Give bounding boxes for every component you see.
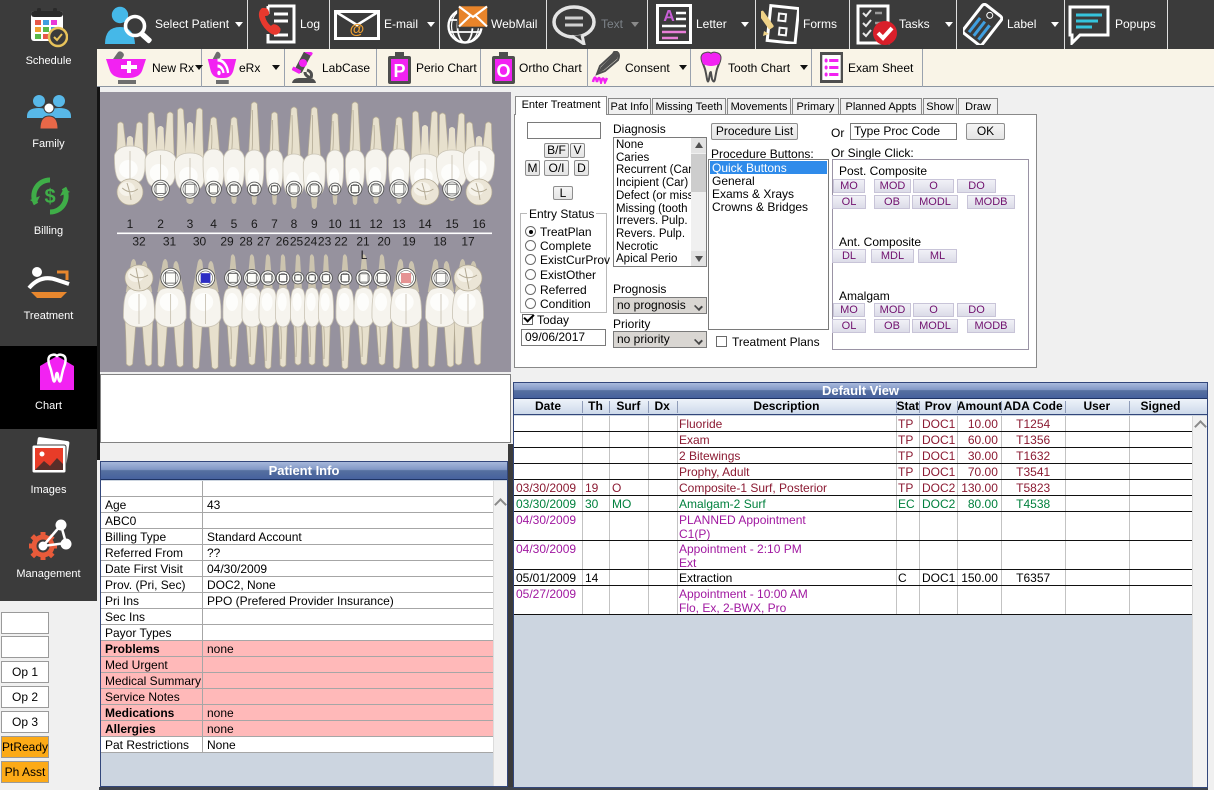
svg-text:18: 18 [433,235,447,249]
svg-text:15: 15 [445,217,459,231]
svg-text:11: 11 [349,217,362,231]
svg-text:27: 27 [257,235,271,249]
svg-text:25: 25 [290,235,304,249]
svg-text:26: 26 [276,235,290,249]
svg-text:9: 9 [311,217,318,231]
svg-text:30: 30 [193,235,207,249]
svg-text:23: 23 [318,235,332,249]
svg-text:$: $ [44,186,55,208]
svg-text:2: 2 [157,217,164,231]
svg-text:29: 29 [220,235,234,249]
svg-text:31: 31 [163,235,177,249]
svg-text:@: @ [350,21,365,38]
svg-text:6: 6 [251,217,258,231]
svg-text:32: 32 [132,235,146,249]
svg-text:L: L [361,248,368,262]
svg-text:A: A [663,8,675,25]
svg-text:19: 19 [402,235,416,249]
svg-text:7: 7 [271,217,278,231]
svg-text:22: 22 [334,235,348,249]
svg-text:13: 13 [392,217,406,231]
svg-text:10: 10 [328,217,342,231]
svg-text:4: 4 [210,217,217,231]
svg-text:O: O [496,61,510,81]
svg-text:14: 14 [418,217,432,231]
svg-text:12: 12 [369,217,383,231]
svg-text:5: 5 [231,217,238,231]
svg-text:17: 17 [461,235,475,249]
svg-text:21: 21 [356,235,370,249]
svg-text:28: 28 [239,235,253,249]
svg-text:16: 16 [472,217,486,231]
svg-text:8: 8 [291,217,298,231]
svg-text:P: P [393,61,405,81]
svg-text:24: 24 [304,235,318,249]
svg-text:20: 20 [377,235,391,249]
svg-text:1: 1 [127,217,134,231]
svg-text:3: 3 [187,217,194,231]
